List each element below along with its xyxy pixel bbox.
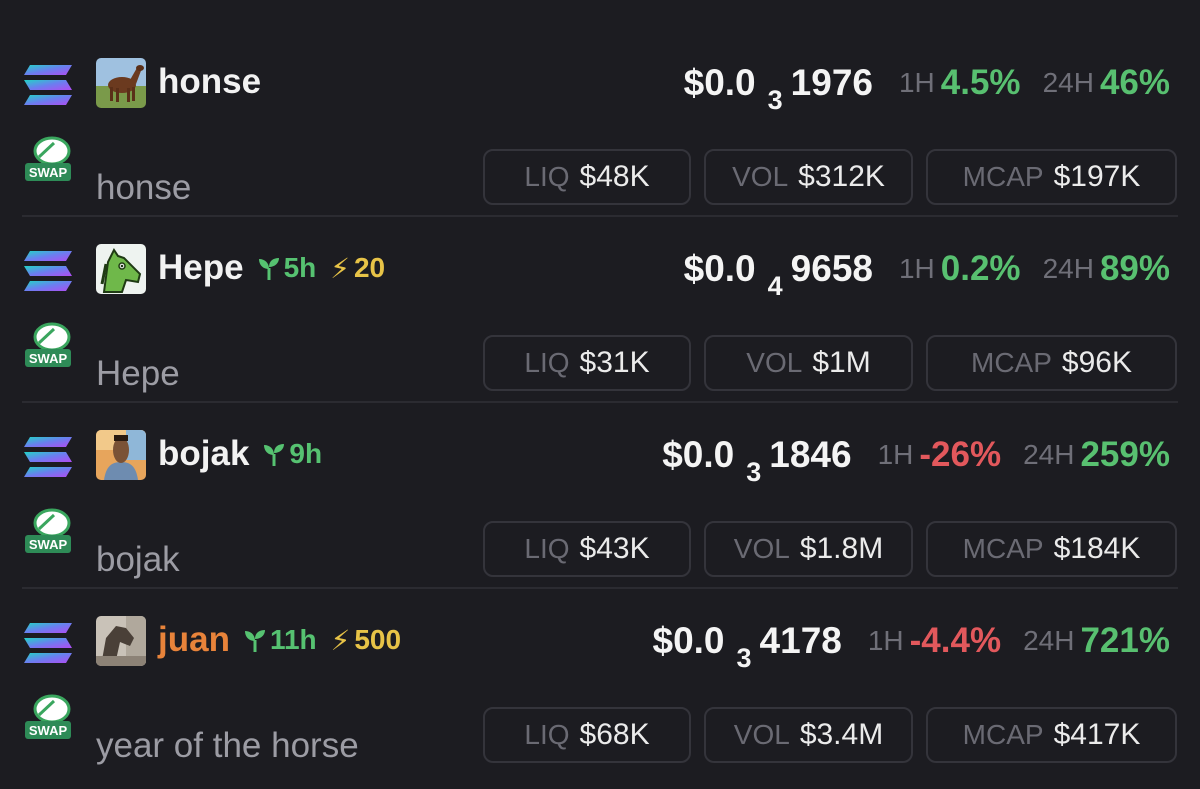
volume-chip: VOL $3.4M [704,707,913,763]
solana-icon [24,623,72,663]
token-boost: ⚡ 20 [330,252,386,284]
volume-chip: VOL $312K [704,149,913,205]
token-ticker[interactable]: Hepe [158,248,244,288]
solana-icon [24,65,72,105]
swap-label: SWAP [29,723,68,738]
change-24h: 721% [1080,621,1170,660]
token-price: $0.0 3 1976 [683,62,873,115]
token-row[interactable]: juan 11h ⚡ 500 SWAP year of the horse $0.… [0,587,1200,789]
solana-icon [24,251,72,291]
change-24h: 259% [1080,435,1170,474]
change-1h-label: 1H [867,625,904,656]
token-ticker[interactable]: bojak [158,434,249,474]
token-price: $0.0 4 9658 [683,248,873,301]
token-row[interactable]: Hepe 5h ⚡ 20 SWAP Hepe $0.0 4 9658 1H 0.2% … [0,215,1200,417]
swap-label: SWAP [29,165,68,180]
token-age: 9h [263,438,322,470]
swap-icon[interactable]: SWAP [24,319,72,369]
token-ticker[interactable]: honse [158,62,261,102]
market-cap-chip: MCAP $96K [926,335,1177,391]
token-price: $0.0 3 4178 [652,620,842,673]
change-1h-label: 1H [877,439,914,470]
sprout-icon [258,258,279,280]
change-1h: -4.4% [909,621,1002,660]
change-24h-label: 24H [1042,67,1094,98]
token-name: Hepe [96,354,180,393]
change-1h: 4.5% [940,63,1021,102]
change-24h-label: 24H [1023,625,1075,656]
change-24h-label: 24H [1042,253,1094,284]
token-price: $0.0 3 1846 [662,434,852,487]
token-boost: ⚡ 500 [330,624,402,656]
liquidity-chip: LIQ $31K [483,335,691,391]
cartoon-horse-avatar [96,430,146,480]
token-age: 11h [244,624,317,656]
sprout-icon [244,630,265,652]
liquidity-chip: LIQ $68K [483,707,691,763]
token-row[interactable]: bojak 9h SWAP bojak $0.0 3 1846 1H -26% 24… [0,401,1200,603]
token-row[interactable]: honse SWAP honse $0.0 3 1976 1H 4.5% 24H 4… [0,45,1200,231]
token-age: 5h [258,252,316,284]
change-1h-label: 1H [898,67,935,98]
token-name: bojak [96,540,180,579]
liquidity-chip: LIQ $48K [483,149,691,205]
change-1h: -26% [919,435,1002,474]
change-24h: 46% [1099,63,1170,102]
solana-icon [24,437,72,477]
horse-photo-avatar [96,616,146,666]
lightning-icon: ⚡ [330,624,351,656]
swap-icon[interactable]: SWAP [24,691,72,741]
change-1h: 0.2% [940,249,1021,288]
token-name: year of the horse [96,726,359,765]
token-name: honse [96,168,192,207]
brown-horse-avatar [96,58,146,108]
volume-chip: VOL $1.8M [704,521,913,577]
sprout-icon [264,444,285,466]
change-1h-label: 1H [898,253,935,284]
market-cap-chip: MCAP $417K [926,707,1177,763]
swap-label: SWAP [29,537,68,552]
swap-icon[interactable]: SWAP [24,505,72,555]
volume-chip: VOL $1M [704,335,913,391]
market-cap-chip: MCAP $184K [926,521,1177,577]
change-24h: 89% [1099,249,1170,288]
swap-label: SWAP [29,351,68,366]
token-list: honse SWAP honse $0.0 3 1976 1H 4.5% 24H 4… [0,0,1200,765]
change-24h-label: 24H [1023,439,1075,470]
market-cap-chip: MCAP $197K [926,149,1177,205]
lightning-icon: ⚡ [330,252,350,284]
green-horse-avatar [96,244,146,294]
token-ticker[interactable]: juan [158,620,230,660]
swap-icon[interactable]: SWAP [24,133,72,183]
liquidity-chip: LIQ $43K [483,521,691,577]
